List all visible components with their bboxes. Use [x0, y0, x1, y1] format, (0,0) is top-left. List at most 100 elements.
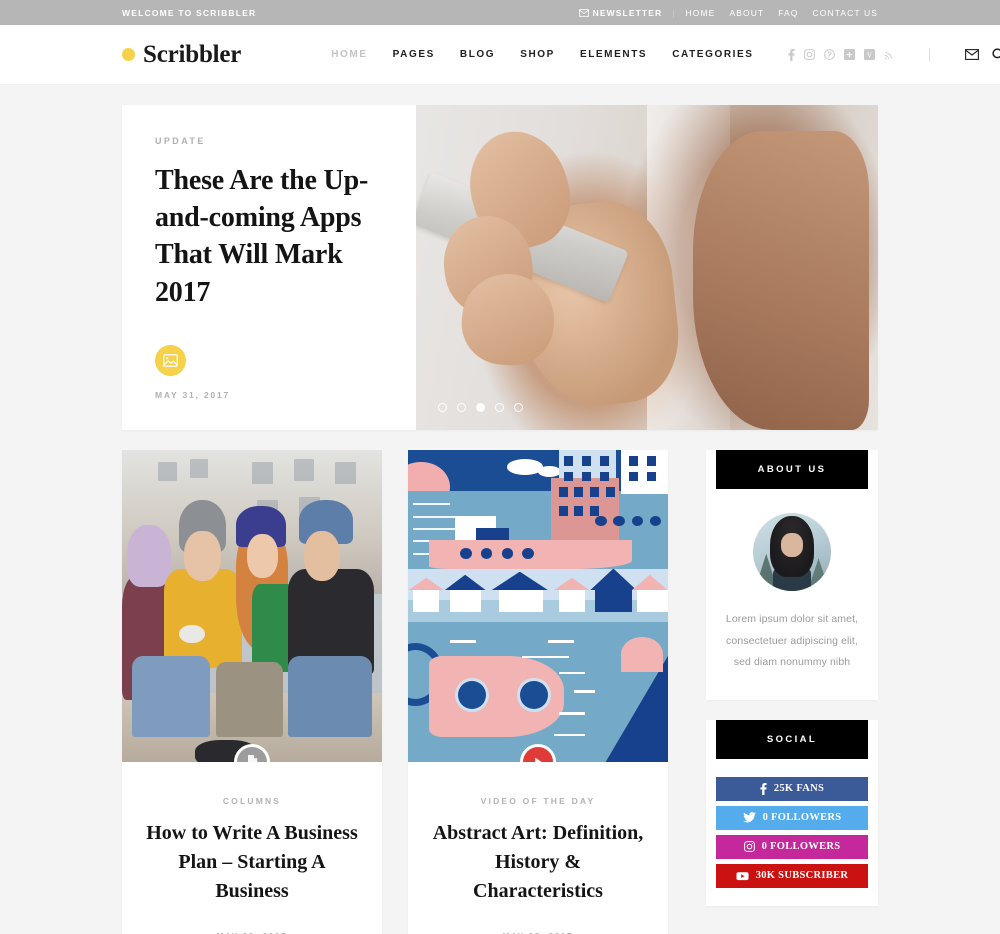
- illustration-window: [605, 487, 615, 497]
- about-us-text: Lorem ipsum dolor sit amet, consectetuer…: [725, 613, 859, 669]
- main-navigation: HOME PAGES BLOG SHOP ELEMENTS CATEGORIES…: [331, 47, 1000, 62]
- illustration-dash: [558, 712, 585, 715]
- illustration-window: [564, 456, 574, 466]
- post-card-body: COLUMNS How to Write A Business Plan – S…: [122, 762, 382, 934]
- logo-dot-icon: [122, 48, 135, 61]
- post-card-image[interactable]: [408, 450, 668, 762]
- illustration-window: [590, 487, 600, 497]
- image-icon: [163, 354, 178, 367]
- post-grid: COLUMNS How to Write A Business Plan – S…: [122, 450, 680, 934]
- nav-item-shop[interactable]: SHOP: [520, 49, 555, 60]
- nav-item-pages[interactable]: PAGES: [393, 49, 435, 60]
- envelope-icon[interactable]: [964, 49, 979, 60]
- pinterest-icon[interactable]: [823, 49, 835, 60]
- envelope-icon: [578, 8, 589, 17]
- featured-post-title[interactable]: These Are the Up-and-coming Apps That Wi…: [155, 162, 383, 311]
- document-icon: [247, 755, 257, 762]
- sidebar: ABOUT US Lorem ipsum dolor sit amet, con…: [706, 450, 878, 934]
- header-tools: [964, 48, 1000, 61]
- topbar-link-contact-us[interactable]: CONTACT US: [813, 8, 878, 18]
- topbar-link-home[interactable]: HOME: [686, 8, 716, 18]
- illustration-window: [574, 487, 584, 497]
- illustration-window: [629, 471, 639, 482]
- slider-pagination[interactable]: [438, 403, 523, 412]
- illustration-house: [595, 590, 632, 613]
- post-card-image[interactable]: [122, 450, 382, 762]
- search-icon[interactable]: [991, 48, 1000, 61]
- featured-post-image: [416, 105, 878, 430]
- illustration-porthole: [595, 515, 607, 527]
- twitter-follow-button[interactable]: 0 FOLLOWERS: [716, 805, 868, 830]
- illustration-wave: [413, 503, 450, 506]
- google-plus-icon[interactable]: [843, 49, 855, 60]
- illustration-dash: [574, 690, 596, 693]
- post-card[interactable]: VIDEO OF THE DAY Abstract Art: Definitio…: [408, 450, 668, 934]
- facebook-icon: [760, 782, 767, 795]
- newsletter-link[interactable]: NEWSLETTER: [578, 8, 663, 18]
- post-title[interactable]: Abstract Art: Definition, History & Char…: [430, 819, 646, 906]
- slider-dot-5[interactable]: [514, 403, 523, 412]
- illustration-porthole: [517, 677, 551, 713]
- illustration-porthole: [454, 677, 489, 713]
- harbor-illustration: [408, 450, 668, 762]
- featured-post-slider[interactable]: UPDATE These Are the Up-and-coming Apps …: [122, 105, 878, 430]
- youtube-subscribe-button[interactable]: 30K SUBSCRIBER: [716, 863, 868, 888]
- illustration-dash: [522, 655, 570, 659]
- illustration-house: [636, 590, 668, 613]
- nav-item-categories[interactable]: CATEGORIES: [672, 49, 753, 60]
- logo-text: Scribbler: [143, 40, 242, 68]
- instagram-count-label: 0 FOLLOWERS: [761, 841, 841, 853]
- topbar-link-about[interactable]: ABOUT: [729, 8, 764, 18]
- illustration-dash: [558, 671, 585, 675]
- social-buttons: 25K FANS 0 FOLLOWERS 0 FOLLOWERS 30K SUB…: [706, 759, 878, 906]
- photo-person-face: [246, 534, 278, 578]
- post-category[interactable]: VIDEO OF THE DAY: [430, 796, 646, 806]
- post-category[interactable]: COLUMNS: [144, 796, 360, 806]
- logo[interactable]: Scribbler: [122, 41, 241, 69]
- photo-window: [335, 462, 356, 485]
- slider-dot-3[interactable]: [476, 403, 485, 412]
- vimeo-icon[interactable]: V: [863, 49, 875, 60]
- twitter-icon: [742, 812, 756, 823]
- post-card[interactable]: COLUMNS How to Write A Business Plan – S…: [122, 450, 382, 934]
- post-title[interactable]: How to Write A Business Plan – Starting …: [144, 819, 360, 906]
- facebook-icon[interactable]: [787, 48, 795, 61]
- slider-dot-2[interactable]: [457, 403, 466, 412]
- slider-dot-4[interactable]: [495, 403, 504, 412]
- header-divider: [928, 47, 930, 62]
- instagram-follow-button[interactable]: 0 FOLLOWERS: [716, 834, 868, 859]
- lower-section: COLUMNS How to Write A Business Plan – S…: [122, 450, 878, 934]
- illustration-window: [600, 456, 610, 466]
- instagram-icon[interactable]: [803, 49, 815, 60]
- featured-post-text: UPDATE These Are the Up-and-coming Apps …: [122, 105, 416, 430]
- illustration-window: [647, 456, 657, 466]
- teens-photo: [122, 450, 382, 762]
- illustration-jellyfish: [621, 637, 663, 672]
- nav-item-home[interactable]: HOME: [331, 49, 367, 60]
- youtube-icon: [736, 871, 749, 881]
- photo-person-body: [163, 568, 242, 669]
- illustration-window: [582, 456, 592, 466]
- topbar-link-faq[interactable]: FAQ: [778, 8, 798, 18]
- top-bar-divider: |: [672, 7, 676, 18]
- social-heading: SOCIAL: [716, 719, 868, 759]
- image-format-badge: [155, 345, 186, 376]
- photo-window: [189, 459, 208, 479]
- play-icon: [535, 757, 542, 762]
- illustration-window: [582, 471, 592, 482]
- photo-window: [252, 462, 273, 485]
- nav-item-elements[interactable]: ELEMENTS: [580, 49, 647, 60]
- nav-item-blog[interactable]: BLOG: [460, 49, 495, 60]
- illustration-window: [629, 456, 639, 466]
- slider-dot-1[interactable]: [438, 403, 447, 412]
- illustration-window: [574, 506, 584, 516]
- rss-icon[interactable]: [884, 50, 894, 60]
- illustration-dash: [449, 640, 476, 643]
- featured-post-category[interactable]: UPDATE: [155, 136, 383, 146]
- welcome-message: WELCOME TO SCRIBBLER: [122, 7, 257, 18]
- twitter-count-label: 0 FOLLOWERS: [762, 812, 842, 824]
- social-widget: SOCIAL 25K FANS 0 FOLLOWERS 0 FOLLOWERS …: [706, 719, 878, 906]
- avatar: [753, 513, 831, 591]
- facebook-follow-button[interactable]: 25K FANS: [716, 776, 868, 801]
- illustration-house: [499, 590, 544, 613]
